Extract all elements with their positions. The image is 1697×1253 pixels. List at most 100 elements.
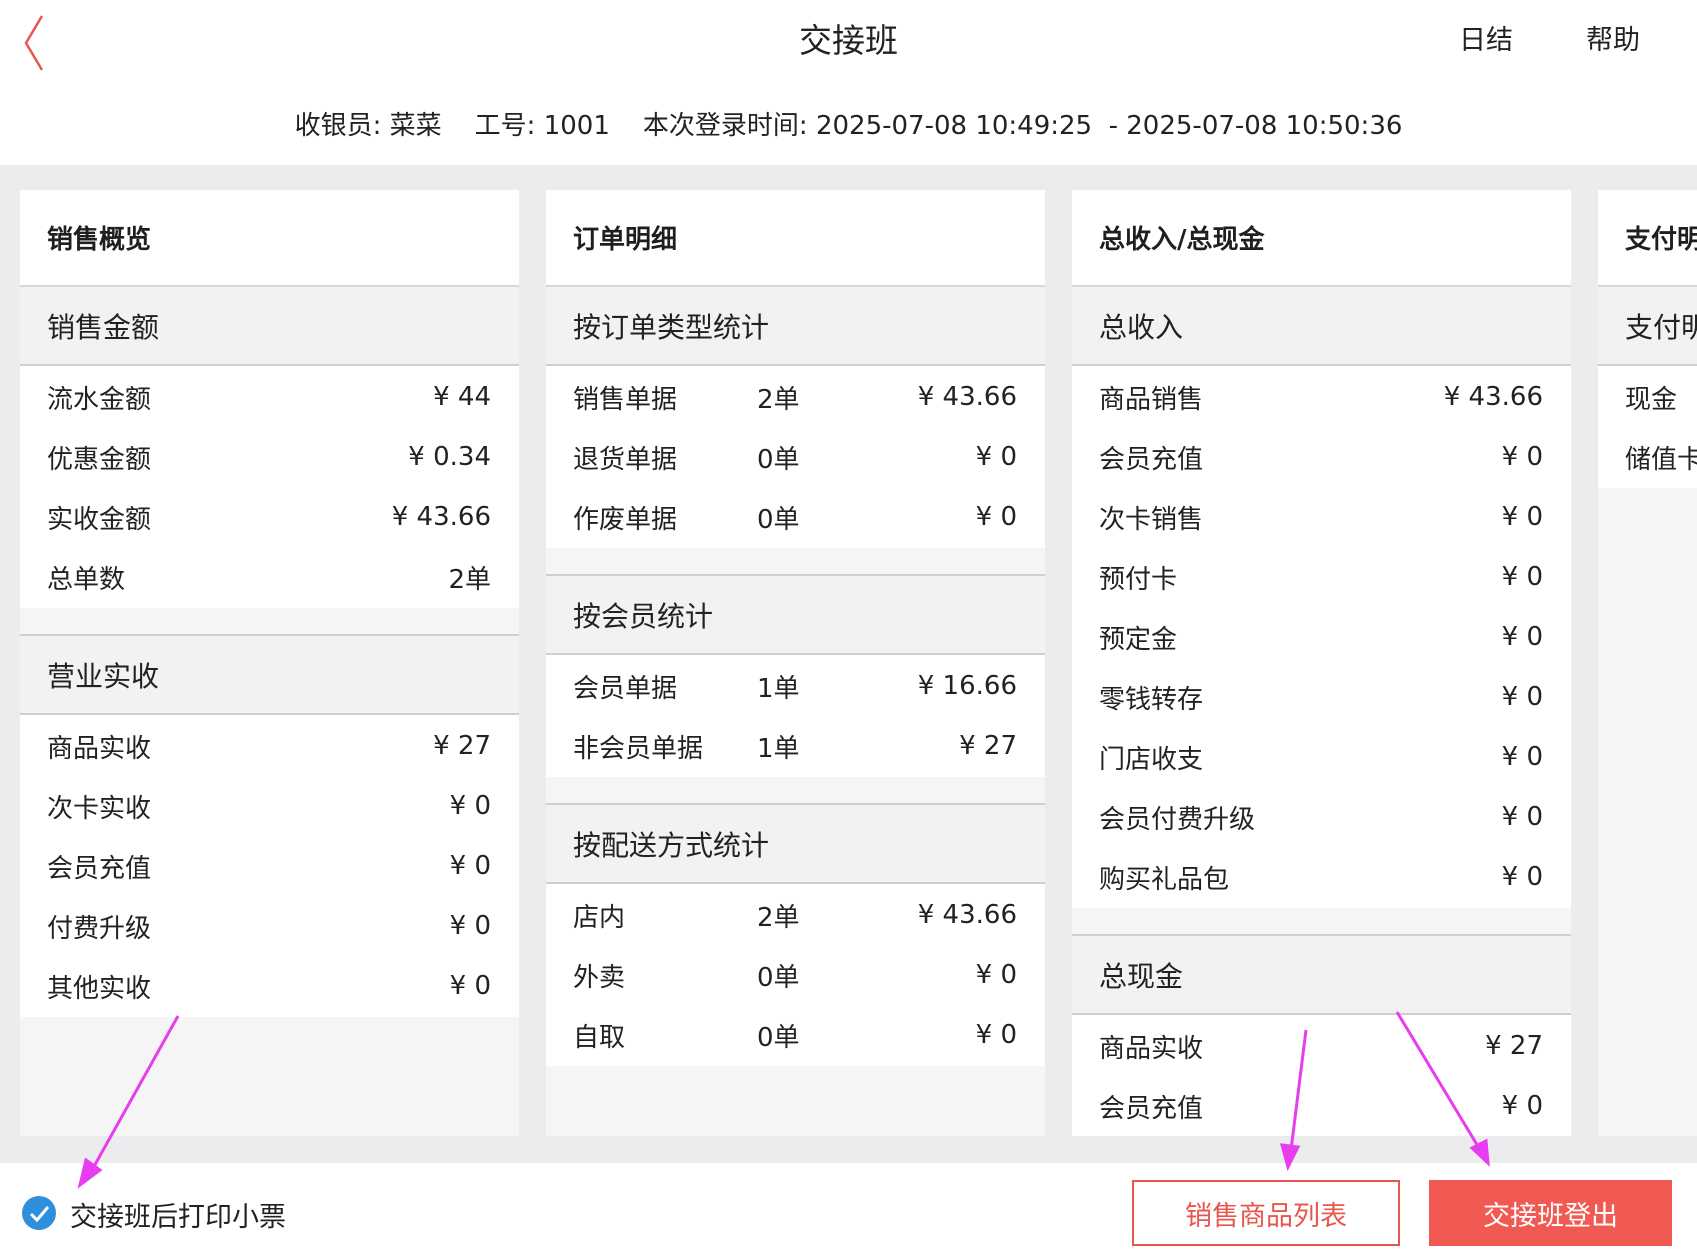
- stat-amount: ¥ 0: [1501, 742, 1543, 772]
- shift-logout-button[interactable]: 交接班登出: [1429, 1180, 1672, 1246]
- stat-row: 会员充值 ¥ 0: [20, 836, 519, 896]
- section-body: 店内 2单 ¥ 43.66 外卖 0单 ¥ 0 自取 0单 ¥ 0: [546, 884, 1045, 1066]
- stat-label: 退货单据: [573, 444, 678, 475]
- card-title: 支付明: [1598, 190, 1697, 287]
- stat-count: 0单: [757, 504, 800, 535]
- stat-row: 购买礼品包 ¥ 0: [1072, 847, 1571, 907]
- stat-amount: ¥ 0: [1501, 502, 1543, 532]
- stat-row: 自取 0单 ¥ 0: [546, 1005, 1045, 1065]
- stat-count: 0单: [757, 1022, 800, 1053]
- section-body: 商品实收 ¥ 27 次卡实收 ¥ 0 会员充值 ¥ 0 付费升级 ¥ 0 其他实收 ¥ 0: [20, 715, 519, 1017]
- stat-label: 会员单据: [573, 673, 678, 704]
- stat-amount: ¥ 0: [449, 911, 491, 941]
- section-title: 总现金: [1072, 936, 1571, 1015]
- stat-row: 实收金额 ¥ 43.66: [20, 487, 519, 547]
- stat-amount: ¥ 0: [1501, 862, 1543, 892]
- stat-count: 0单: [757, 962, 800, 993]
- summary-card: 销售概览 销售金额 流水金额 ¥ 44 优惠金额 ¥ 0.34 实收金额 ¥ 43.66 总单数…: [20, 190, 519, 1136]
- stat-amount: ¥ 0: [1501, 562, 1543, 592]
- section-body: 现金 储值卡: [1598, 366, 1697, 488]
- stat-row: 储值卡: [1598, 427, 1697, 487]
- stat-amount: ¥ 43.66: [917, 382, 1017, 412]
- summary-card: 总收入/总现金 总收入 商品销售 ¥ 43.66 会员充值 ¥ 0 次卡销售 ¥ 0 预付卡 ¥ …: [1072, 190, 1571, 1136]
- stat-label: 商品实收: [47, 733, 152, 764]
- stat-row: 流水金额 ¥ 44: [20, 367, 519, 427]
- stat-row: 总单数 2单: [20, 547, 519, 607]
- stat-row: 店内 2单 ¥ 43.66: [546, 885, 1045, 945]
- stat-row: 商品实收 ¥ 27: [20, 716, 519, 776]
- stat-row: 商品实收 ¥ 27: [1072, 1016, 1571, 1076]
- stat-amount: ¥ 0: [1501, 682, 1543, 712]
- stat-amount: ¥ 0: [975, 1020, 1017, 1050]
- stat-row: 作废单据 0单 ¥ 0: [546, 487, 1045, 547]
- stat-row: 预定金 ¥ 0: [1072, 607, 1571, 667]
- stat-row: 会员充值 ¥ 0: [1072, 1076, 1571, 1136]
- section-title: 按配送方式统计: [546, 805, 1045, 884]
- stat-amount: ¥ 0: [1501, 802, 1543, 832]
- stat-row: 商品销售 ¥ 43.66: [1072, 367, 1571, 427]
- stat-count: 2单: [757, 902, 800, 933]
- section-title: 按会员统计: [546, 576, 1045, 655]
- page-title: 交接班: [799, 21, 898, 60]
- stat-label: 预定金: [1099, 624, 1178, 655]
- stat-amount: ¥ 0: [449, 791, 491, 821]
- stat-count: 1单: [757, 733, 800, 764]
- help-link[interactable]: 帮助: [1586, 18, 1640, 57]
- card-title: 订单明细: [546, 190, 1045, 287]
- stat-label: 优惠金额: [47, 444, 152, 475]
- stat-count: 0单: [757, 444, 800, 475]
- section-body: 流水金额 ¥ 44 优惠金额 ¥ 0.34 实收金额 ¥ 43.66 总单数 2单: [20, 366, 519, 608]
- stat-amount: ¥ 27: [433, 731, 491, 761]
- stat-row: 优惠金额 ¥ 0.34: [20, 427, 519, 487]
- stat-label: 现金: [1625, 384, 1678, 415]
- cards-area[interactable]: 销售概览 销售金额 流水金额 ¥ 44 优惠金额 ¥ 0.34 实收金额 ¥ 43.66 总单数…: [0, 165, 1697, 1163]
- stat-label: 实收金额: [47, 504, 152, 535]
- stat-row: 外卖 0单 ¥ 0: [546, 945, 1045, 1005]
- summary-card: 订单明细 按订单类型统计 销售单据 2单 ¥ 43.66 退货单据 0单 ¥ 0 作废单据 0单 ¥…: [546, 190, 1045, 1136]
- summary-card: 支付明 支付明现金储值卡: [1598, 190, 1697, 1136]
- stat-label: 会员充值: [1099, 444, 1204, 475]
- stat-row: 销售单据 2单 ¥ 43.66: [546, 367, 1045, 427]
- daily-close-link[interactable]: 日结: [1459, 18, 1513, 57]
- stat-label: 次卡销售: [1099, 504, 1204, 535]
- stat-label: 非会员单据: [573, 733, 704, 764]
- checkmark-icon: [29, 1206, 50, 1223]
- stat-amount: ¥ 0: [1501, 1091, 1543, 1121]
- stat-row: 非会员单据 1单 ¥ 27: [546, 716, 1045, 776]
- stat-amount: ¥ 0: [975, 442, 1017, 472]
- stat-label: 储值卡: [1625, 444, 1697, 475]
- stat-row: 会员充值 ¥ 0: [1072, 427, 1571, 487]
- print-receipt-label[interactable]: 交接班后打印小票: [70, 1195, 286, 1234]
- section-body: 销售单据 2单 ¥ 43.66 退货单据 0单 ¥ 0 作废单据 0单 ¥ 0: [546, 366, 1045, 548]
- card-title: 总收入/总现金: [1072, 190, 1571, 287]
- stat-label: 门店收支: [1099, 744, 1204, 775]
- stat-row: 退货单据 0单 ¥ 0: [546, 427, 1045, 487]
- stat-row: 其他实收 ¥ 0: [20, 956, 519, 1016]
- stat-label: 作废单据: [573, 504, 678, 535]
- stat-count: 1单: [757, 673, 800, 704]
- stat-row: 零钱转存 ¥ 0: [1072, 667, 1571, 727]
- sales-product-list-button[interactable]: 销售商品列表: [1132, 1180, 1400, 1246]
- stat-amount: 2单: [448, 564, 491, 595]
- stat-amount: ¥ 0.34: [408, 442, 491, 472]
- section-gap: [546, 548, 1045, 576]
- stat-label: 外卖: [573, 962, 626, 993]
- stat-amount: ¥ 27: [959, 731, 1017, 761]
- stat-amount: ¥ 27: [1485, 1031, 1543, 1061]
- section-body: 会员单据 1单 ¥ 16.66 非会员单据 1单 ¥ 27: [546, 655, 1045, 777]
- section-title: 支付明: [1598, 287, 1697, 366]
- stat-row: 会员付费升级 ¥ 0: [1072, 787, 1571, 847]
- stat-amount: ¥ 0: [449, 971, 491, 1001]
- stat-amount: ¥ 44: [433, 382, 491, 412]
- stat-row: 现金: [1598, 367, 1697, 427]
- stat-row: 预付卡 ¥ 0: [1072, 547, 1571, 607]
- stat-row: 付费升级 ¥ 0: [20, 896, 519, 956]
- stat-amount: ¥ 0: [449, 851, 491, 881]
- stat-amount: ¥ 0: [975, 502, 1017, 532]
- stat-label: 商品销售: [1099, 384, 1204, 415]
- section-body: 商品销售 ¥ 43.66 会员充值 ¥ 0 次卡销售 ¥ 0 预付卡 ¥ 0 预定金 ¥ 0 零钱转…: [1072, 366, 1571, 908]
- section-title: 按订单类型统计: [546, 287, 1045, 366]
- stat-label: 流水金额: [47, 384, 152, 415]
- stat-amount: ¥ 0: [1501, 622, 1543, 652]
- print-receipt-checkbox[interactable]: [22, 1196, 56, 1230]
